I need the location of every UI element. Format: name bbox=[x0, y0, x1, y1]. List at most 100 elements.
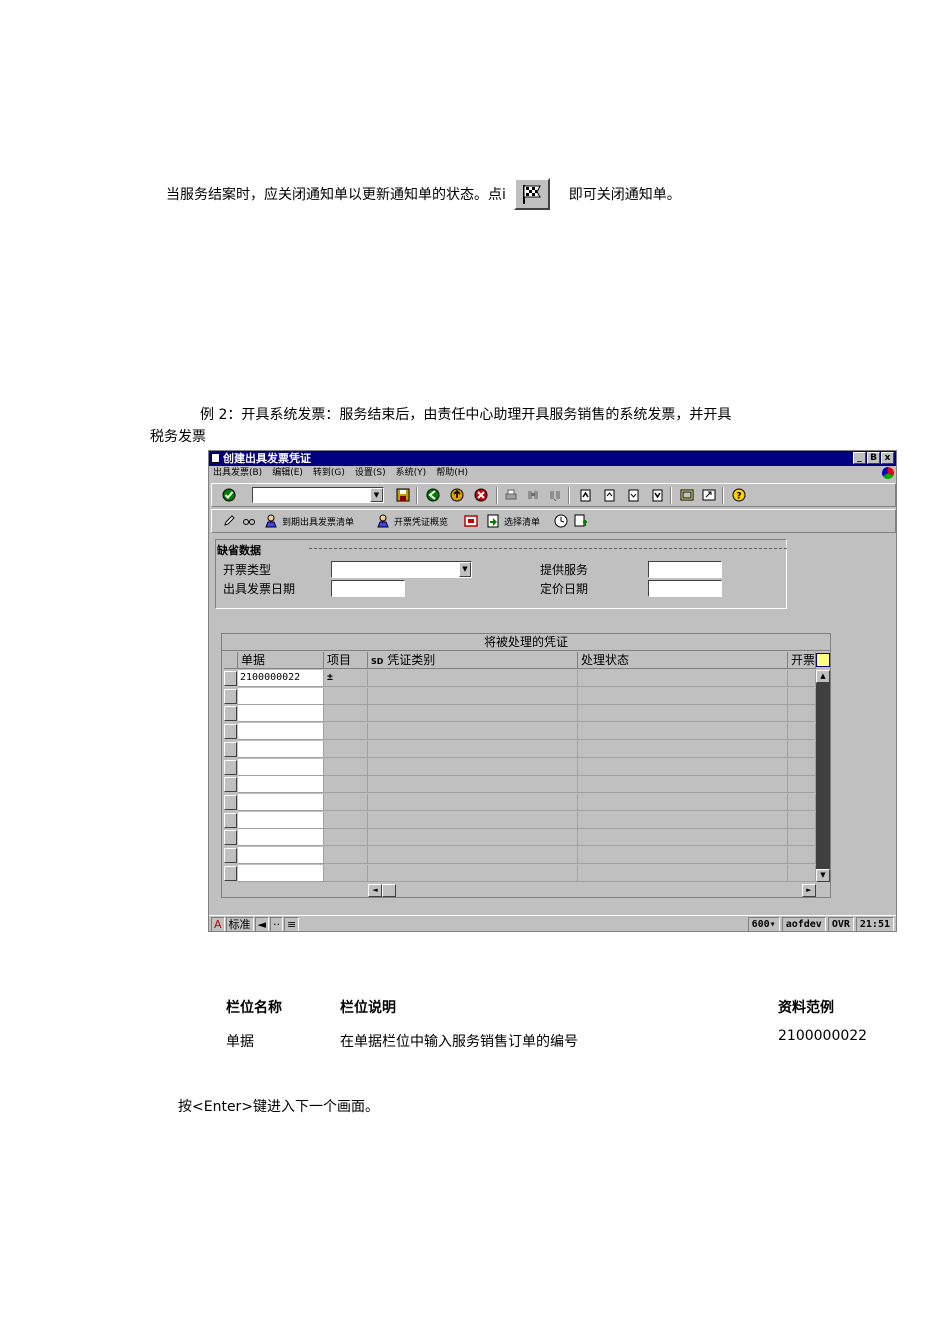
help-icon[interactable]: ? bbox=[732, 488, 746, 502]
scroll-left-icon[interactable]: ◄ bbox=[368, 884, 382, 897]
cell-billing[interactable] bbox=[788, 793, 816, 811]
item-expand-icon[interactable]: ± bbox=[327, 670, 333, 686]
cell-status[interactable] bbox=[578, 687, 788, 705]
select-all-header[interactable] bbox=[224, 652, 238, 669]
column-settings-icon[interactable] bbox=[816, 653, 830, 667]
cell-document[interactable] bbox=[238, 793, 324, 811]
last-page-icon[interactable] bbox=[650, 488, 664, 502]
cell-billing[interactable] bbox=[788, 758, 816, 776]
cell-item[interactable] bbox=[324, 705, 368, 723]
restore-button[interactable]: B bbox=[867, 452, 880, 464]
cancel-icon[interactable] bbox=[474, 488, 488, 502]
menu-system[interactable]: 系统(Y) bbox=[396, 466, 427, 481]
document-list-icon[interactable] bbox=[464, 514, 478, 528]
cell-document[interactable] bbox=[238, 829, 324, 847]
cell-document[interactable] bbox=[238, 864, 324, 882]
row-selector[interactable] bbox=[224, 865, 237, 881]
cell-document[interactable] bbox=[238, 758, 324, 776]
cell-billing[interactable] bbox=[788, 740, 816, 758]
display-glasses-icon[interactable] bbox=[242, 514, 256, 528]
find-next-icon[interactable] bbox=[548, 488, 562, 502]
cell-category[interactable] bbox=[368, 776, 578, 794]
cell-billing[interactable] bbox=[788, 723, 816, 741]
cell-document[interactable] bbox=[238, 723, 324, 741]
row-selector[interactable] bbox=[224, 759, 237, 775]
input-mode-label[interactable]: 标准 bbox=[225, 917, 254, 931]
row-selector[interactable] bbox=[224, 688, 237, 704]
command-field[interactable]: ▼ bbox=[252, 487, 384, 503]
add-document-icon[interactable] bbox=[574, 514, 588, 528]
cell-document[interactable] bbox=[238, 776, 324, 794]
due-billing-list-button[interactable]: 到期出具发票清单 bbox=[282, 515, 354, 528]
previous-page-icon[interactable] bbox=[602, 488, 616, 502]
cell-status[interactable] bbox=[578, 705, 788, 723]
service-date-input[interactable] bbox=[648, 561, 722, 578]
cell-billing[interactable] bbox=[788, 864, 816, 882]
cell-item[interactable] bbox=[324, 776, 368, 794]
cell-billing[interactable] bbox=[788, 776, 816, 794]
cell-item[interactable] bbox=[324, 687, 368, 705]
first-page-icon[interactable] bbox=[578, 488, 592, 502]
cell-item[interactable] bbox=[324, 758, 368, 776]
row-selector[interactable] bbox=[224, 812, 237, 828]
cell-billing[interactable] bbox=[788, 811, 816, 829]
exit-icon[interactable] bbox=[450, 488, 464, 502]
row-selector[interactable] bbox=[224, 777, 237, 793]
cell-item[interactable] bbox=[324, 723, 368, 741]
col-header-category[interactable]: SD 凭证类别 bbox=[368, 652, 578, 669]
keyboard-icon[interactable]: ≡ bbox=[284, 917, 300, 931]
clock-icon[interactable] bbox=[554, 514, 568, 528]
cell-category[interactable] bbox=[368, 758, 578, 776]
cell-item[interactable] bbox=[324, 864, 368, 882]
col-header-status[interactable]: 处理状态 bbox=[578, 652, 788, 669]
selection-list-button[interactable]: 选择清单 bbox=[504, 515, 540, 528]
cell-item[interactable] bbox=[324, 829, 368, 847]
cell-item[interactable]: ± bbox=[324, 670, 368, 687]
punctuation-icon[interactable]: ·· bbox=[270, 917, 283, 931]
cell-category[interactable] bbox=[368, 811, 578, 829]
scroll-down-icon[interactable]: ▼ bbox=[816, 869, 830, 882]
col-header-billing[interactable]: 开票 bbox=[788, 652, 816, 669]
find-icon[interactable] bbox=[526, 488, 540, 502]
cell-category[interactable] bbox=[368, 864, 578, 882]
billing-type-input[interactable]: ▼ bbox=[331, 561, 472, 578]
cell-status[interactable] bbox=[578, 776, 788, 794]
cell-category[interactable] bbox=[368, 687, 578, 705]
row-selector[interactable] bbox=[224, 794, 237, 810]
cell-category[interactable] bbox=[368, 793, 578, 811]
cell-category[interactable] bbox=[368, 670, 578, 687]
pricing-date-input[interactable] bbox=[648, 580, 722, 597]
menu-settings[interactable]: 设置(S) bbox=[355, 466, 386, 481]
vertical-scrollbar[interactable]: ▲ ▼ bbox=[816, 670, 830, 882]
cell-item[interactable] bbox=[324, 811, 368, 829]
billing-type-dropdown-icon[interactable]: ▼ bbox=[459, 562, 471, 577]
cell-category[interactable] bbox=[368, 705, 578, 723]
shortcut-icon[interactable] bbox=[702, 488, 716, 502]
next-page-icon[interactable] bbox=[626, 488, 640, 502]
cell-billing[interactable] bbox=[788, 705, 816, 723]
menu-help[interactable]: 帮助(H) bbox=[436, 466, 468, 481]
cell-item[interactable] bbox=[324, 847, 368, 864]
cell-billing[interactable] bbox=[788, 829, 816, 847]
half-width-icon[interactable]: ◄ bbox=[254, 917, 269, 931]
cell-document[interactable] bbox=[238, 847, 324, 864]
minimize-button[interactable]: _ bbox=[853, 452, 866, 464]
col-header-document[interactable]: 单据 bbox=[238, 652, 324, 669]
cell-status[interactable] bbox=[578, 793, 788, 811]
cell-document[interactable] bbox=[238, 811, 324, 829]
cell-category[interactable] bbox=[368, 829, 578, 847]
select-list-icon[interactable] bbox=[486, 514, 500, 528]
system-client[interactable]: 600▾ bbox=[747, 917, 780, 931]
row-selector[interactable] bbox=[224, 830, 237, 846]
menu-edit[interactable]: 编辑(E) bbox=[272, 466, 303, 481]
change-pencil-icon[interactable] bbox=[222, 514, 236, 528]
row-selector[interactable] bbox=[224, 724, 237, 740]
menu-billing[interactable]: 出具发票(B) bbox=[213, 466, 262, 481]
cell-status[interactable] bbox=[578, 670, 788, 687]
enter-check-icon[interactable] bbox=[222, 488, 236, 502]
billing-date-input[interactable] bbox=[331, 580, 405, 597]
cell-document[interactable] bbox=[238, 740, 324, 758]
row-selector[interactable] bbox=[224, 848, 237, 863]
cell-status[interactable] bbox=[578, 847, 788, 864]
row-selector[interactable] bbox=[224, 706, 237, 722]
